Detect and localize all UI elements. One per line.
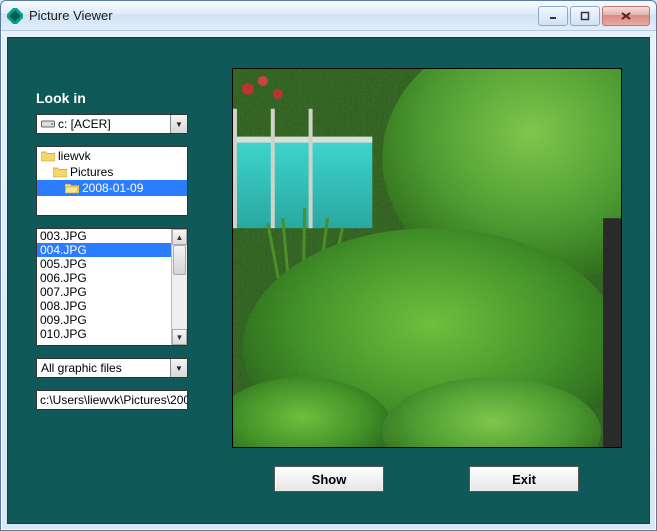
folder-tree[interactable]: liewvk Pictures 2008-01-09 [36,146,188,216]
folder-label: liewvk [58,149,91,163]
exit-button[interactable]: Exit [469,466,579,492]
folder-item[interactable]: liewvk [37,148,187,164]
folder-icon [53,166,67,178]
titlebar[interactable]: Picture Viewer [1,1,656,31]
lookin-label: Look in [36,90,188,106]
file-list[interactable]: 003.JPG004.JPG005.JPG006.JPG007.JPG008.J… [36,228,188,346]
folder-icon [65,182,79,194]
chevron-down-icon: ▼ [175,364,183,373]
close-button[interactable] [602,6,650,26]
drive-icon [41,119,55,129]
file-item[interactable]: 010.JPG [37,327,171,341]
image-preview [232,68,622,448]
file-list-items: 003.JPG004.JPG005.JPG006.JPG007.JPG008.J… [37,229,171,345]
drive-text: c: [ACER] [58,117,170,131]
scroll-thumb[interactable] [173,245,186,275]
window-frame: Picture Viewer Look in c: [ACER] ▼ [0,0,657,531]
app-icon [7,8,23,24]
window-controls [538,6,650,26]
chevron-down-icon: ▼ [175,120,183,129]
chevron-down-icon: ▼ [176,333,184,342]
file-item[interactable]: 006.JPG [37,271,171,285]
drive-dropdown-button[interactable]: ▼ [170,115,187,133]
button-row: Show Exit [232,466,622,492]
folder-icon [41,150,55,162]
filter-dropdown-button[interactable]: ▼ [170,359,187,377]
show-button[interactable]: Show [274,466,384,492]
folder-item[interactable]: Pictures [37,164,187,180]
maximize-icon [580,11,590,21]
right-panel: Show Exit [218,60,635,509]
file-item[interactable]: 009.JPG [37,313,171,327]
path-input[interactable]: c:\Users\liewvk\Pictures\200 [36,390,188,410]
minimize-icon [548,11,558,21]
folder-label: 2008-01-09 [82,181,143,195]
scroll-track[interactable] [172,245,187,329]
preview-image [233,69,621,447]
drive-combo[interactable]: c: [ACER] ▼ [36,114,188,134]
filter-combo[interactable]: All graphic files ▼ [36,358,188,378]
file-item[interactable]: 007.JPG [37,285,171,299]
file-item[interactable]: 003.JPG [37,229,171,243]
minimize-button[interactable] [538,6,568,26]
scroll-down-button[interactable]: ▼ [172,329,187,345]
maximize-button[interactable] [570,6,600,26]
file-item[interactable]: 005.JPG [37,257,171,271]
window-title: Picture Viewer [29,8,538,23]
client-area: Look in c: [ACER] ▼ liewvk Pictures 2008-0… [7,37,650,524]
folder-item[interactable]: 2008-01-09 [37,180,187,196]
chevron-up-icon: ▲ [176,233,184,242]
left-panel: Look in c: [ACER] ▼ liewvk Pictures 2008-0… [36,60,188,509]
file-list-scrollbar[interactable]: ▲ ▼ [171,229,187,345]
filter-text: All graphic files [41,361,170,375]
file-item[interactable]: 004.JPG [37,243,171,257]
folder-label: Pictures [70,165,113,179]
file-item[interactable]: 008.JPG [37,299,171,313]
scroll-up-button[interactable]: ▲ [172,229,187,245]
close-icon [620,11,632,21]
